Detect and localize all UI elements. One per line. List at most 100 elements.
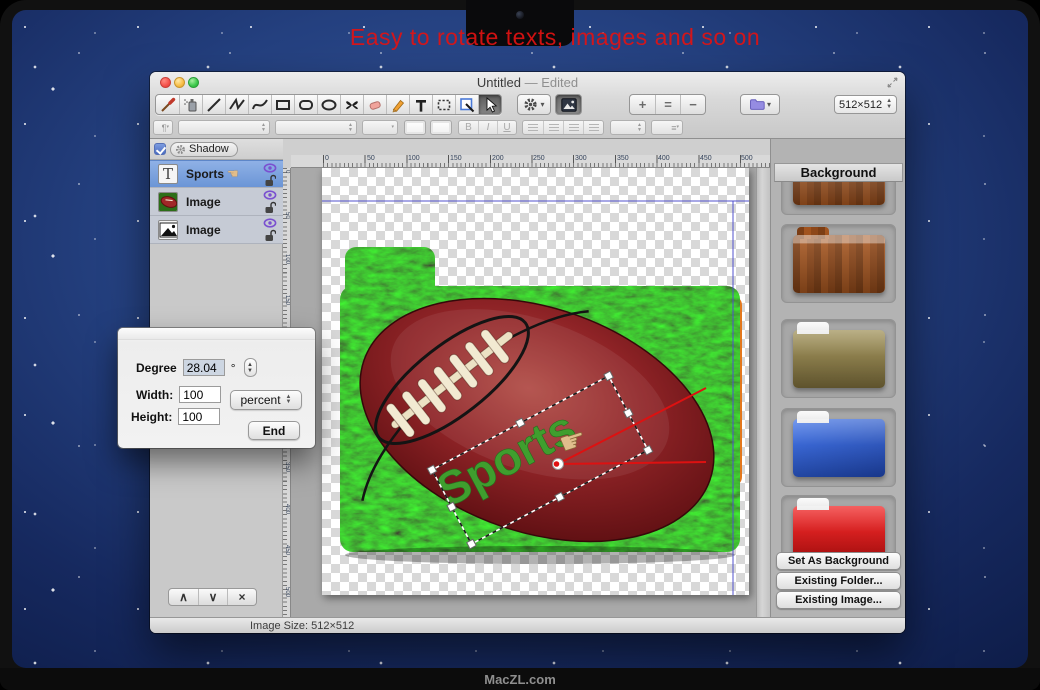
window-title: Untitled — Edited xyxy=(150,75,905,90)
rotate-resize-panel[interactable]: Degree ° ▲▼ Width: Height: percent ▲▼ En… xyxy=(118,328,315,448)
align-center-button[interactable] xyxy=(543,121,563,134)
layer-up-button[interactable]: ∧ xyxy=(169,589,198,605)
red-folder-icon xyxy=(793,506,885,553)
align-center-icon xyxy=(549,124,559,132)
folder-menu-button[interactable]: ▾ xyxy=(740,94,780,115)
tool-text[interactable] xyxy=(409,95,432,114)
tool-rect-select[interactable] xyxy=(432,95,455,114)
align-justify-icon xyxy=(589,124,599,132)
text-tool-icon xyxy=(412,96,430,114)
arrow-cursor-icon xyxy=(481,96,499,114)
background-panel: Background Set As Background Existing Fo… xyxy=(770,139,905,617)
background-folder-list[interactable] xyxy=(774,182,903,552)
layer-list: T Sports ☚ Image xyxy=(150,160,283,244)
folder-cell-blue[interactable] xyxy=(781,408,896,487)
existing-image-button[interactable]: Existing Image... xyxy=(776,591,901,609)
font-size-combo[interactable]: ▾ xyxy=(362,120,398,135)
font-family-popup[interactable]: ▲▼ xyxy=(178,120,270,135)
layer-down-button[interactable]: ∨ xyxy=(198,589,227,605)
tool-line[interactable] xyxy=(202,95,225,114)
bezel-bottom: MacZL.com xyxy=(0,668,1040,690)
align-justify-button[interactable] xyxy=(583,121,603,134)
folder-cell-olive[interactable] xyxy=(781,319,896,398)
tool-ellipse[interactable] xyxy=(317,95,340,114)
folder-cell-wood-open[interactable] xyxy=(781,224,896,303)
degree-label: Degree xyxy=(136,361,177,375)
canvas-size-popup[interactable]: 512×512 ▲▼ xyxy=(834,95,897,114)
end-button[interactable]: End xyxy=(248,421,300,440)
fill-color-well[interactable] xyxy=(404,120,426,135)
image-icon xyxy=(561,98,577,112)
layer-delete-button[interactable]: × xyxy=(227,589,256,605)
shadow-button[interactable]: Shadow xyxy=(170,142,238,157)
list-style-popup[interactable]: ¶▾ xyxy=(153,120,173,135)
unlocked-icon[interactable] xyxy=(264,201,276,214)
fullscreen-icon[interactable] xyxy=(887,77,898,88)
spacing-popup[interactable]: ▲▼ xyxy=(610,120,646,135)
shadow-checkbox[interactable] xyxy=(154,143,166,155)
drag-hand-icon: ☚ xyxy=(227,166,239,182)
tool-spray-can[interactable] xyxy=(179,95,202,114)
layer-row-image-football[interactable]: Image xyxy=(150,188,283,216)
italic-button[interactable]: I xyxy=(478,121,497,134)
stroke-color-well[interactable] xyxy=(430,120,452,135)
football-layer-thumbnail xyxy=(158,192,178,212)
tool-rectangle[interactable] xyxy=(271,95,294,114)
list-bullets-popup[interactable]: ≡▾ xyxy=(651,120,683,135)
align-left-button[interactable] xyxy=(523,121,543,134)
tool-curve[interactable] xyxy=(248,95,271,114)
gear-menu-button[interactable]: ▾ xyxy=(517,94,551,115)
visibility-eye-icon[interactable] xyxy=(263,218,277,228)
tool-eraser[interactable] xyxy=(363,95,386,114)
rounded-rectangle-icon xyxy=(297,96,315,114)
degree-input[interactable] xyxy=(183,359,225,376)
tool-polyline[interactable] xyxy=(225,95,248,114)
folder-cell-wood-closed[interactable] xyxy=(781,182,896,215)
tool-rounded-rectangle[interactable] xyxy=(294,95,317,114)
polyline-icon xyxy=(228,96,246,114)
tool-paintbrush[interactable] xyxy=(156,95,179,114)
align-right-button[interactable] xyxy=(563,121,583,134)
tool-pencil[interactable] xyxy=(386,95,409,114)
blue-folder-icon xyxy=(793,419,885,477)
equal-button[interactable]: = xyxy=(655,95,680,114)
unlocked-icon[interactable] xyxy=(264,229,276,242)
unit-popup[interactable]: percent ▲▼ xyxy=(230,390,302,410)
background-panel-title: Background xyxy=(774,163,903,182)
football-thumb-icon xyxy=(159,192,177,212)
set-as-background-button[interactable]: Set As Background xyxy=(776,552,901,570)
font-style-popup[interactable]: ▲▼ xyxy=(275,120,357,135)
stepper-arrows-icon: ▲▼ xyxy=(886,99,892,110)
insert-image-button[interactable] xyxy=(555,94,582,115)
remove-button[interactable]: − xyxy=(680,95,705,114)
height-input[interactable] xyxy=(178,408,220,425)
layer-nav-segment: ∧ ∨ × xyxy=(168,588,257,606)
existing-folder-button[interactable]: Existing Folder... xyxy=(776,572,901,590)
degree-stepper[interactable]: ▲▼ xyxy=(244,358,257,377)
layer-row-sports[interactable]: T Sports ☚ xyxy=(150,160,283,188)
photo-layer-thumbnail xyxy=(158,220,178,240)
canvas-viewport[interactable]: Sports xyxy=(291,168,770,617)
canvas-scrollbar[interactable] xyxy=(756,168,770,617)
visibility-eye-icon[interactable] xyxy=(263,190,277,200)
olive-folder-icon xyxy=(793,330,885,388)
panel-grab-area[interactable] xyxy=(118,328,315,340)
document-canvas[interactable]: Sports xyxy=(322,168,749,595)
title-bar[interactable]: Untitled — Edited xyxy=(150,72,905,91)
unlocked-icon[interactable] xyxy=(264,174,276,187)
tool-magic-select[interactable] xyxy=(455,95,478,114)
caret-down-icon: ▾ xyxy=(767,101,771,109)
folder-cell-red[interactable] xyxy=(781,495,896,552)
stepper-arrows-icon: ▲▼ xyxy=(286,395,292,406)
width-input[interactable] xyxy=(179,386,221,403)
visibility-eye-icon[interactable] xyxy=(263,163,277,173)
underline-button[interactable]: U xyxy=(497,121,516,134)
add-button[interactable]: + xyxy=(630,95,655,114)
degree-unit: ° xyxy=(231,361,236,375)
tool-arrow-select[interactable] xyxy=(478,95,501,114)
bold-button[interactable]: B xyxy=(459,121,478,134)
align-right-icon xyxy=(569,124,579,132)
tool-butterfly-shape[interactable] xyxy=(340,95,363,114)
layer-row-image-photo[interactable]: Image xyxy=(150,216,283,244)
align-left-icon xyxy=(528,124,538,132)
